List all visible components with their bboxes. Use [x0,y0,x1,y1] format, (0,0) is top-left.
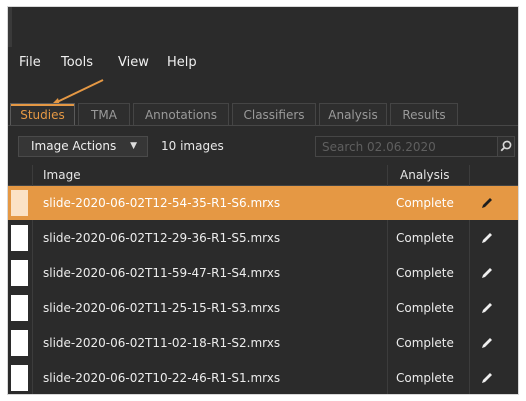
image-count: 10 images [161,139,224,153]
file-name: slide-2020-06-02T10-22-46-R1-S1.mrxs [43,371,281,385]
table-row[interactable]: slide-2020-06-02T11-59-47-R1-S4.mrxs Com… [8,256,518,290]
analysis-status: Complete [396,336,454,350]
table-row[interactable]: slide-2020-06-02T11-02-18-R1-S2.mrxs Com… [8,326,518,360]
pencil-icon[interactable] [480,266,494,280]
slide-thumbnail [11,365,28,391]
title-bar [8,7,518,47]
file-name: slide-2020-06-02T12-54-35-R1-S6.mrxs [43,196,281,210]
pencil-icon[interactable] [480,301,494,315]
slide-thumbnail [11,190,28,216]
title-bar-edge [8,7,12,47]
table-row[interactable]: slide-2020-06-02T11-25-15-R1-S3.mrxs Com… [8,291,518,325]
slide-thumbnail [11,295,28,321]
toolbar: Image Actions ▼ 10 images [8,134,518,160]
tab-divider [8,125,518,126]
file-name: slide-2020-06-02T11-59-47-R1-S4.mrxs [43,266,281,280]
search-icon [500,140,512,152]
tab-annotations[interactable]: Annotations [133,103,229,125]
slide-thumbnail [11,260,28,286]
image-actions-label: Image Actions [31,139,117,153]
analysis-status: Complete [396,231,454,245]
tab-tma[interactable]: TMA [78,103,130,125]
menu-view[interactable]: View [118,55,149,70]
app-window: File Tools View Help Studies TMA Annotat… [7,6,519,395]
analysis-status: Complete [396,371,454,385]
slide-thumbnail [11,330,28,356]
tab-results[interactable]: Results [390,103,458,125]
table-row[interactable]: slide-2020-06-02T12-29-36-R1-S5.mrxs Com… [8,221,518,255]
tab-classifiers[interactable]: Classifiers [232,103,316,125]
analysis-status: Complete [396,301,454,315]
table-header: Image Analysis [8,165,518,186]
tab-bar: Studies TMA Annotations Classifiers Anal… [8,103,518,126]
analysis-status: Complete [396,266,454,280]
file-name: slide-2020-06-02T12-29-36-R1-S5.mrxs [43,231,281,245]
menu-help[interactable]: Help [167,55,197,70]
menu-bar: File Tools View Help [8,55,518,75]
column-header-image[interactable]: Image [43,168,81,182]
pencil-icon[interactable] [480,336,494,350]
file-name: slide-2020-06-02T11-25-15-R1-S3.mrxs [43,301,281,315]
pencil-icon[interactable] [480,371,494,385]
column-header-analysis[interactable]: Analysis [400,168,449,182]
image-table: Image Analysis slide-2020-06-02T12-54-35… [8,165,518,394]
analysis-status: Complete [396,196,454,210]
tab-analysis[interactable]: Analysis [319,103,387,125]
pencil-icon[interactable] [480,231,494,245]
menu-tools[interactable]: Tools [61,55,93,70]
tab-studies[interactable]: Studies [10,103,75,125]
slide-thumbnail [11,225,28,251]
menu-file[interactable]: File [19,55,41,70]
table-row[interactable]: slide-2020-06-02T12-54-35-R1-S6.mrxs Com… [8,186,518,220]
search-button[interactable] [497,136,515,157]
table-row[interactable]: slide-2020-06-02T10-22-46-R1-S1.mrxs Com… [8,361,518,394]
image-actions-dropdown[interactable]: Image Actions ▼ [18,136,148,157]
search-input[interactable] [315,136,498,157]
pencil-icon[interactable] [480,196,494,210]
file-name: slide-2020-06-02T11-02-18-R1-S2.mrxs [43,336,281,350]
chevron-down-icon: ▼ [130,141,137,151]
